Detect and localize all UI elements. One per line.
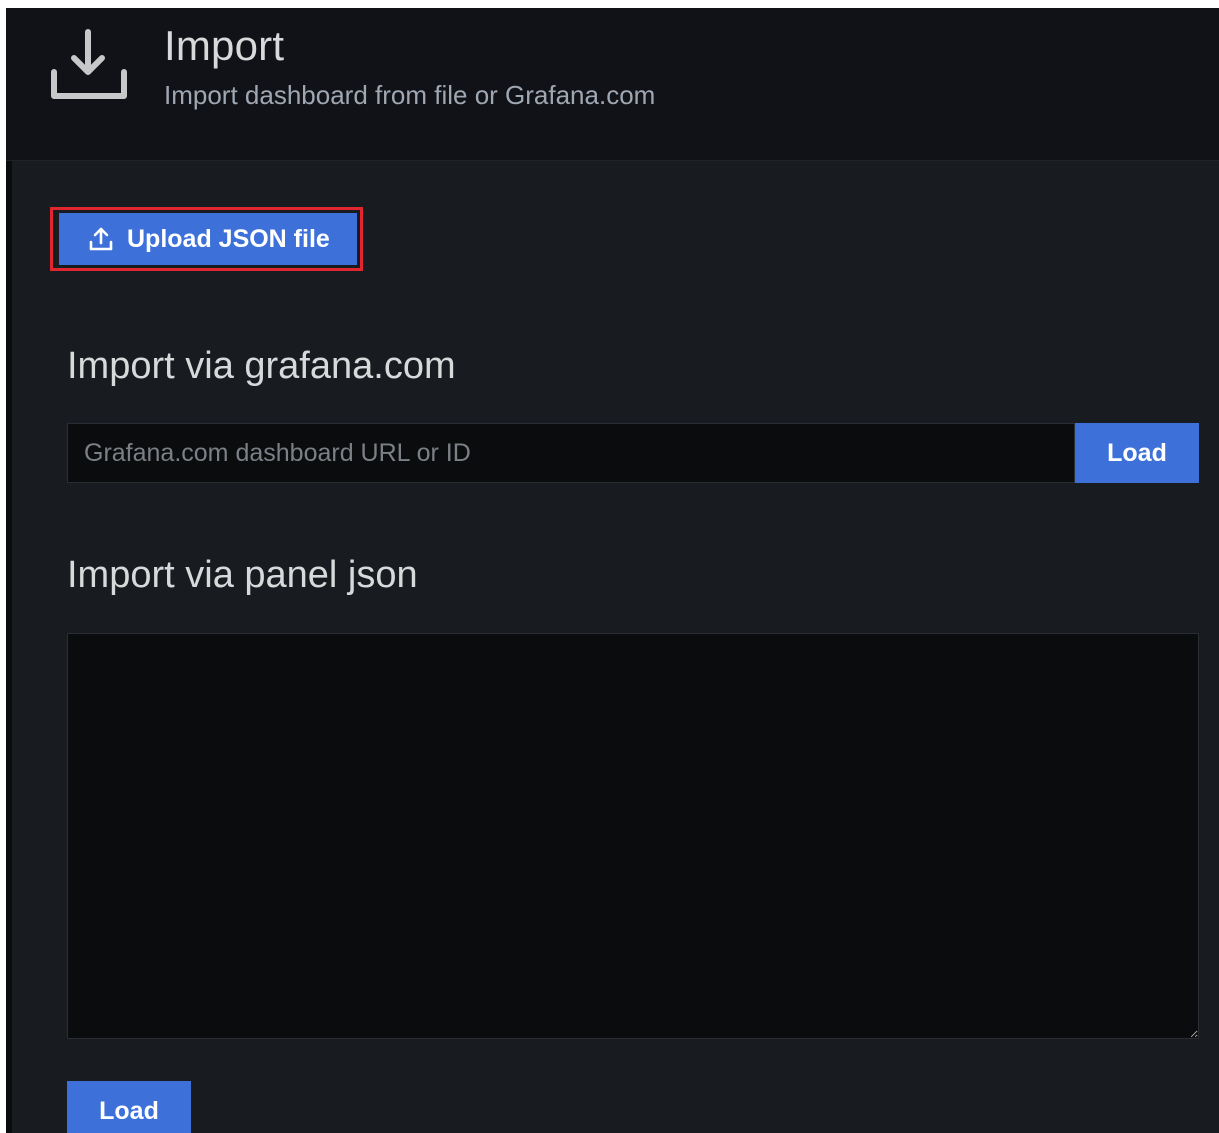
page-title: Import: [164, 22, 285, 69]
grafana-import-title: Import via grafana.com: [67, 345, 456, 387]
import-content: Upload JSON file Import via grafana.com …: [12, 161, 1219, 1133]
load-grafana-button[interactable]: Load: [1075, 423, 1199, 483]
upload-json-file-label: Upload JSON file: [127, 224, 330, 253]
import-download-icon: [48, 22, 128, 102]
load-json-button[interactable]: Load: [67, 1081, 191, 1133]
page-header: Import Import dashboard from file or Gra…: [6, 8, 1219, 161]
grafana-url-input[interactable]: [67, 423, 1075, 483]
page-subtitle: Import dashboard from file or Grafana.co…: [164, 80, 656, 110]
panel-json-import-title: Import via panel json: [67, 554, 418, 596]
upload-icon: [87, 225, 115, 253]
import-page: Import Import dashboard from file or Gra…: [6, 8, 1219, 1133]
panel-json-textarea[interactable]: [67, 633, 1199, 1039]
upload-json-file-button[interactable]: Upload JSON file: [56, 213, 357, 265]
